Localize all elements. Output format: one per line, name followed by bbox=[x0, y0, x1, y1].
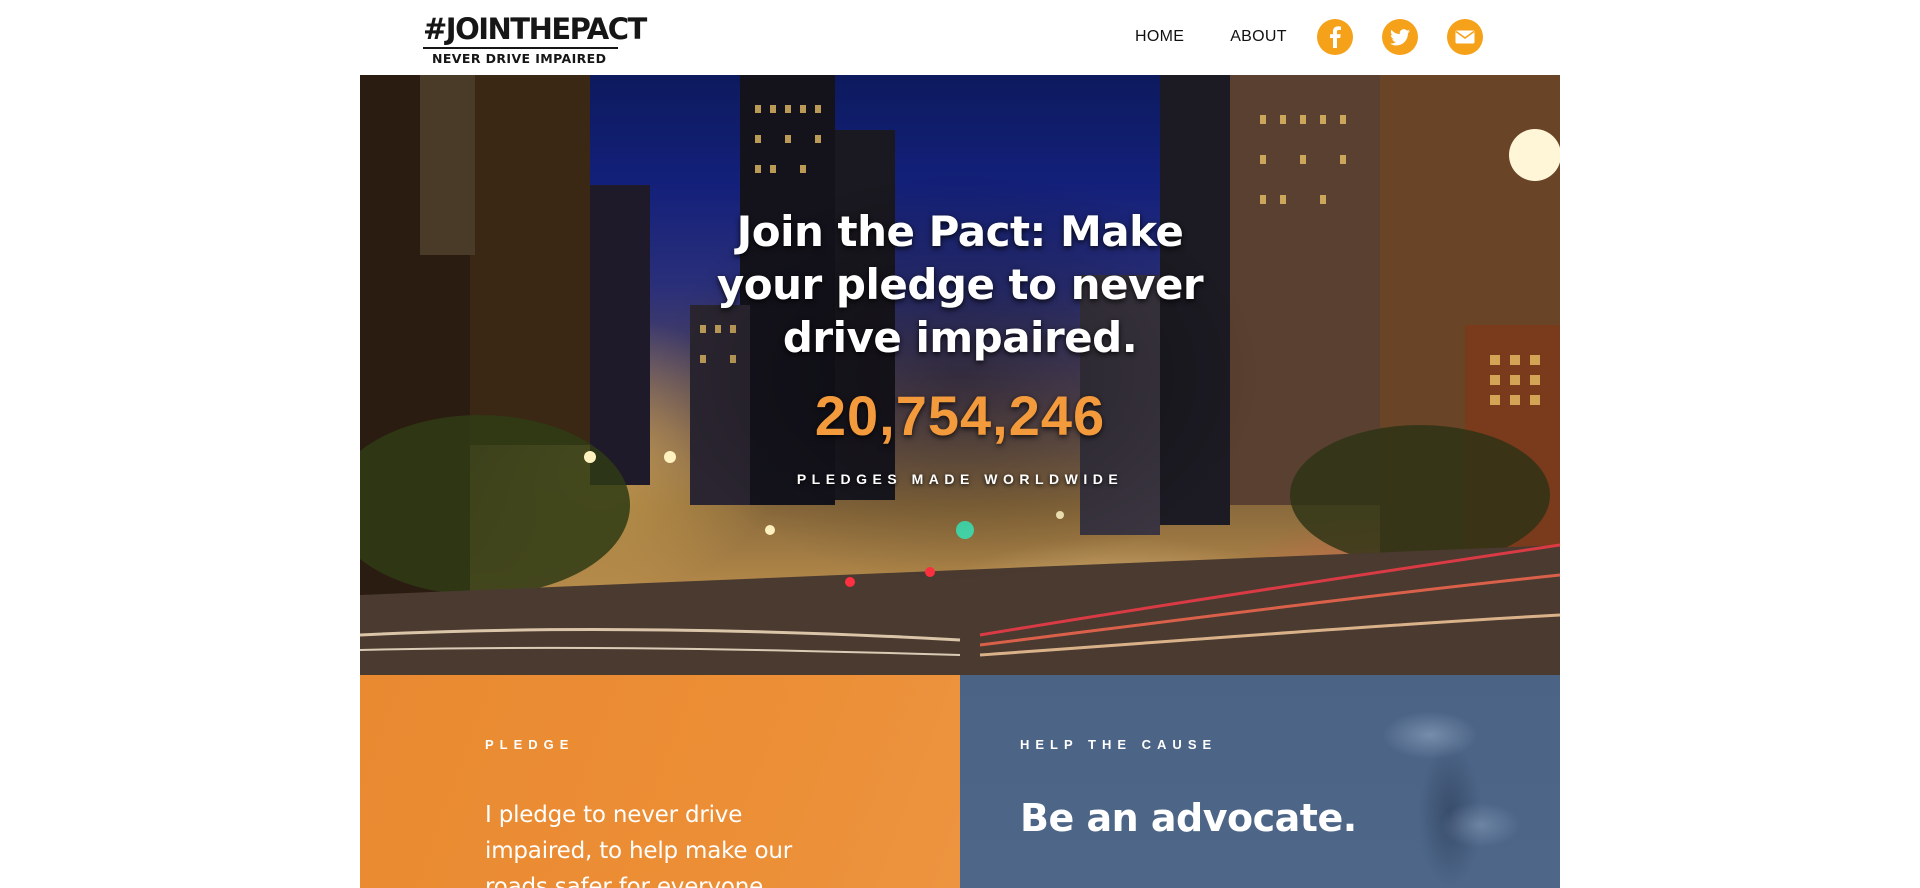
hero-title: Join the Pact: Make your pledge to never… bbox=[716, 207, 1204, 362]
nav-home-link[interactable]: HOME bbox=[1135, 28, 1184, 46]
pledge-counter-caption: PLEDGES MADE WORLDWIDE bbox=[796, 471, 1124, 487]
pledge-panel[interactable]: PLEDGE I pledge to never drive impaired,… bbox=[360, 675, 960, 888]
pledge-counter: 20,754,246 bbox=[814, 384, 1106, 447]
email-button[interactable] bbox=[1446, 19, 1483, 55]
facebook-icon bbox=[1328, 26, 1342, 48]
nav-about-link[interactable]: ABOUT bbox=[1230, 28, 1287, 46]
pledge-statement: I pledge to never drive impaired, to hel… bbox=[485, 802, 792, 888]
facebook-button[interactable] bbox=[1316, 19, 1353, 55]
logo-mark: #JOINTHEPACT bbox=[423, 12, 647, 46]
twitter-button[interactable] bbox=[1381, 19, 1418, 55]
site-logo[interactable]: #JOINTHEPACT NEVER DRIVE IMPAIRED bbox=[423, 12, 647, 66]
hero-content: Join the Pact: Make your pledge to never… bbox=[360, 205, 1560, 487]
twitter-icon bbox=[1389, 28, 1410, 46]
pledge-kicker: PLEDGE bbox=[485, 737, 575, 752]
mail-icon bbox=[1455, 30, 1475, 44]
page: #JOINTHEPACT NEVER DRIVE IMPAIRED HOME A… bbox=[0, 0, 1920, 888]
site-header: #JOINTHEPACT NEVER DRIVE IMPAIRED HOME A… bbox=[360, 0, 1560, 75]
logo-tagline: NEVER DRIVE IMPAIRED bbox=[432, 51, 607, 66]
main-nav: HOME ABOUT bbox=[1135, 17, 1483, 57]
logo-divider bbox=[423, 47, 618, 49]
help-the-cause-kicker: HELP THE CAUSE bbox=[1020, 737, 1218, 752]
hero-banner: Join the Pact: Make your pledge to never… bbox=[360, 75, 1560, 675]
advocate-panel[interactable]: HELP THE CAUSE Be an advocate. bbox=[960, 675, 1560, 888]
advocate-headline: Be an advocate. bbox=[1020, 796, 1357, 840]
